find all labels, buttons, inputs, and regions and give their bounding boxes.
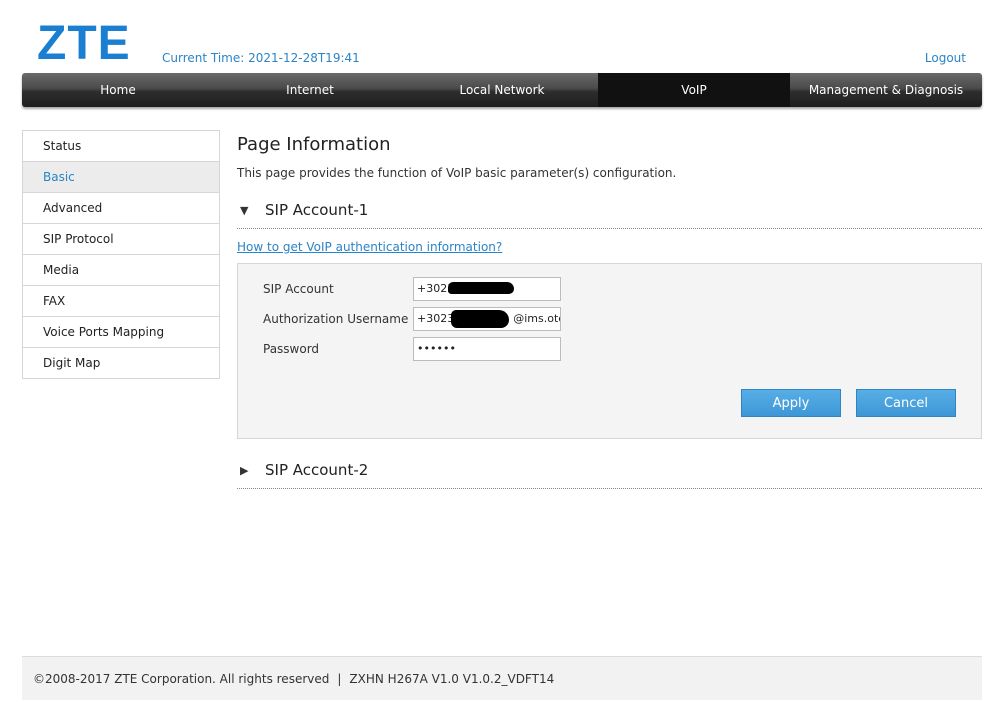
sip-account-row: SIP Account +3023 <box>263 277 561 301</box>
sidebar-item-sip-protocol[interactable]: SIP Protocol <box>23 224 219 255</box>
logout-link[interactable]: Logout <box>925 51 966 65</box>
footer-separator: | <box>337 672 342 686</box>
sidebar: Status Basic Advanced SIP Protocol Media… <box>22 130 220 379</box>
nav-management-diagnosis[interactable]: Management & Diagnosis <box>790 73 982 107</box>
copyright-text: ©2008-2017 ZTE Corporation. All rights r… <box>33 672 330 686</box>
nav-local-network[interactable]: Local Network <box>406 73 598 107</box>
nav-home[interactable]: Home <box>22 73 214 107</box>
model-version-text: ZXHN H267A V1.0 V1.0.2_VDFT14 <box>349 672 555 686</box>
sip-account-1-title: SIP Account-1 <box>265 201 369 219</box>
password-input[interactable]: •••••• <box>413 337 561 361</box>
redaction-mark <box>448 282 514 294</box>
voip-auth-help-link[interactable]: How to get VoIP authentication informati… <box>237 240 982 254</box>
page-description: This page provides the function of VoIP … <box>237 166 677 180</box>
sip-account-input[interactable]: +3023 <box>413 277 561 301</box>
auth-username-suffix: @ims.ote <box>513 312 561 325</box>
expand-arrow-icon: ▶ <box>240 463 249 477</box>
zte-logo: ZTE <box>37 17 131 70</box>
sidebar-item-advanced[interactable]: Advanced <box>23 193 219 224</box>
sidebar-item-voice-ports-mapping[interactable]: Voice Ports Mapping <box>23 317 219 348</box>
cancel-button[interactable]: Cancel <box>856 389 956 417</box>
current-time: Current Time: 2021-12-28T19:41 <box>162 51 360 65</box>
main-content: Page Information This page provides the … <box>237 130 982 489</box>
sidebar-item-basic[interactable]: Basic <box>23 162 219 193</box>
auth-username-label: Authorization Username <box>263 312 409 326</box>
auth-username-row: Authorization Username +3023 @ims.ote <box>263 307 561 331</box>
sip-account-label: SIP Account <box>263 282 334 296</box>
nav-internet[interactable]: Internet <box>214 73 406 107</box>
sip-account-2-header[interactable]: ▶ SIP Account-2 <box>237 452 982 489</box>
password-label: Password <box>263 342 320 356</box>
page-title: Page Information <box>237 134 391 155</box>
collapse-arrow-icon: ▼ <box>240 203 249 217</box>
top-navigation: Home Internet Local Network VoIP Managem… <box>22 73 982 107</box>
sidebar-item-media[interactable]: Media <box>23 255 219 286</box>
sip-account-1-form: SIP Account +3023 Authorization Username… <box>237 263 982 439</box>
sidebar-item-status[interactable]: Status <box>23 131 219 162</box>
redaction-mark <box>451 310 509 328</box>
nav-voip[interactable]: VoIP <box>598 73 790 107</box>
footer: ©2008-2017 ZTE Corporation. All rights r… <box>22 656 982 700</box>
sidebar-item-fax[interactable]: FAX <box>23 286 219 317</box>
sip-account-1-header[interactable]: ▼ SIP Account-1 <box>237 192 982 229</box>
auth-username-prefix: +3023 <box>417 312 455 325</box>
auth-username-input[interactable]: +3023 @ims.ote <box>413 307 561 331</box>
apply-button[interactable]: Apply <box>741 389 841 417</box>
sip-account-2-title: SIP Account-2 <box>265 461 369 479</box>
password-row: Password •••••• <box>263 337 561 361</box>
sidebar-item-digit-map[interactable]: Digit Map <box>23 348 219 379</box>
